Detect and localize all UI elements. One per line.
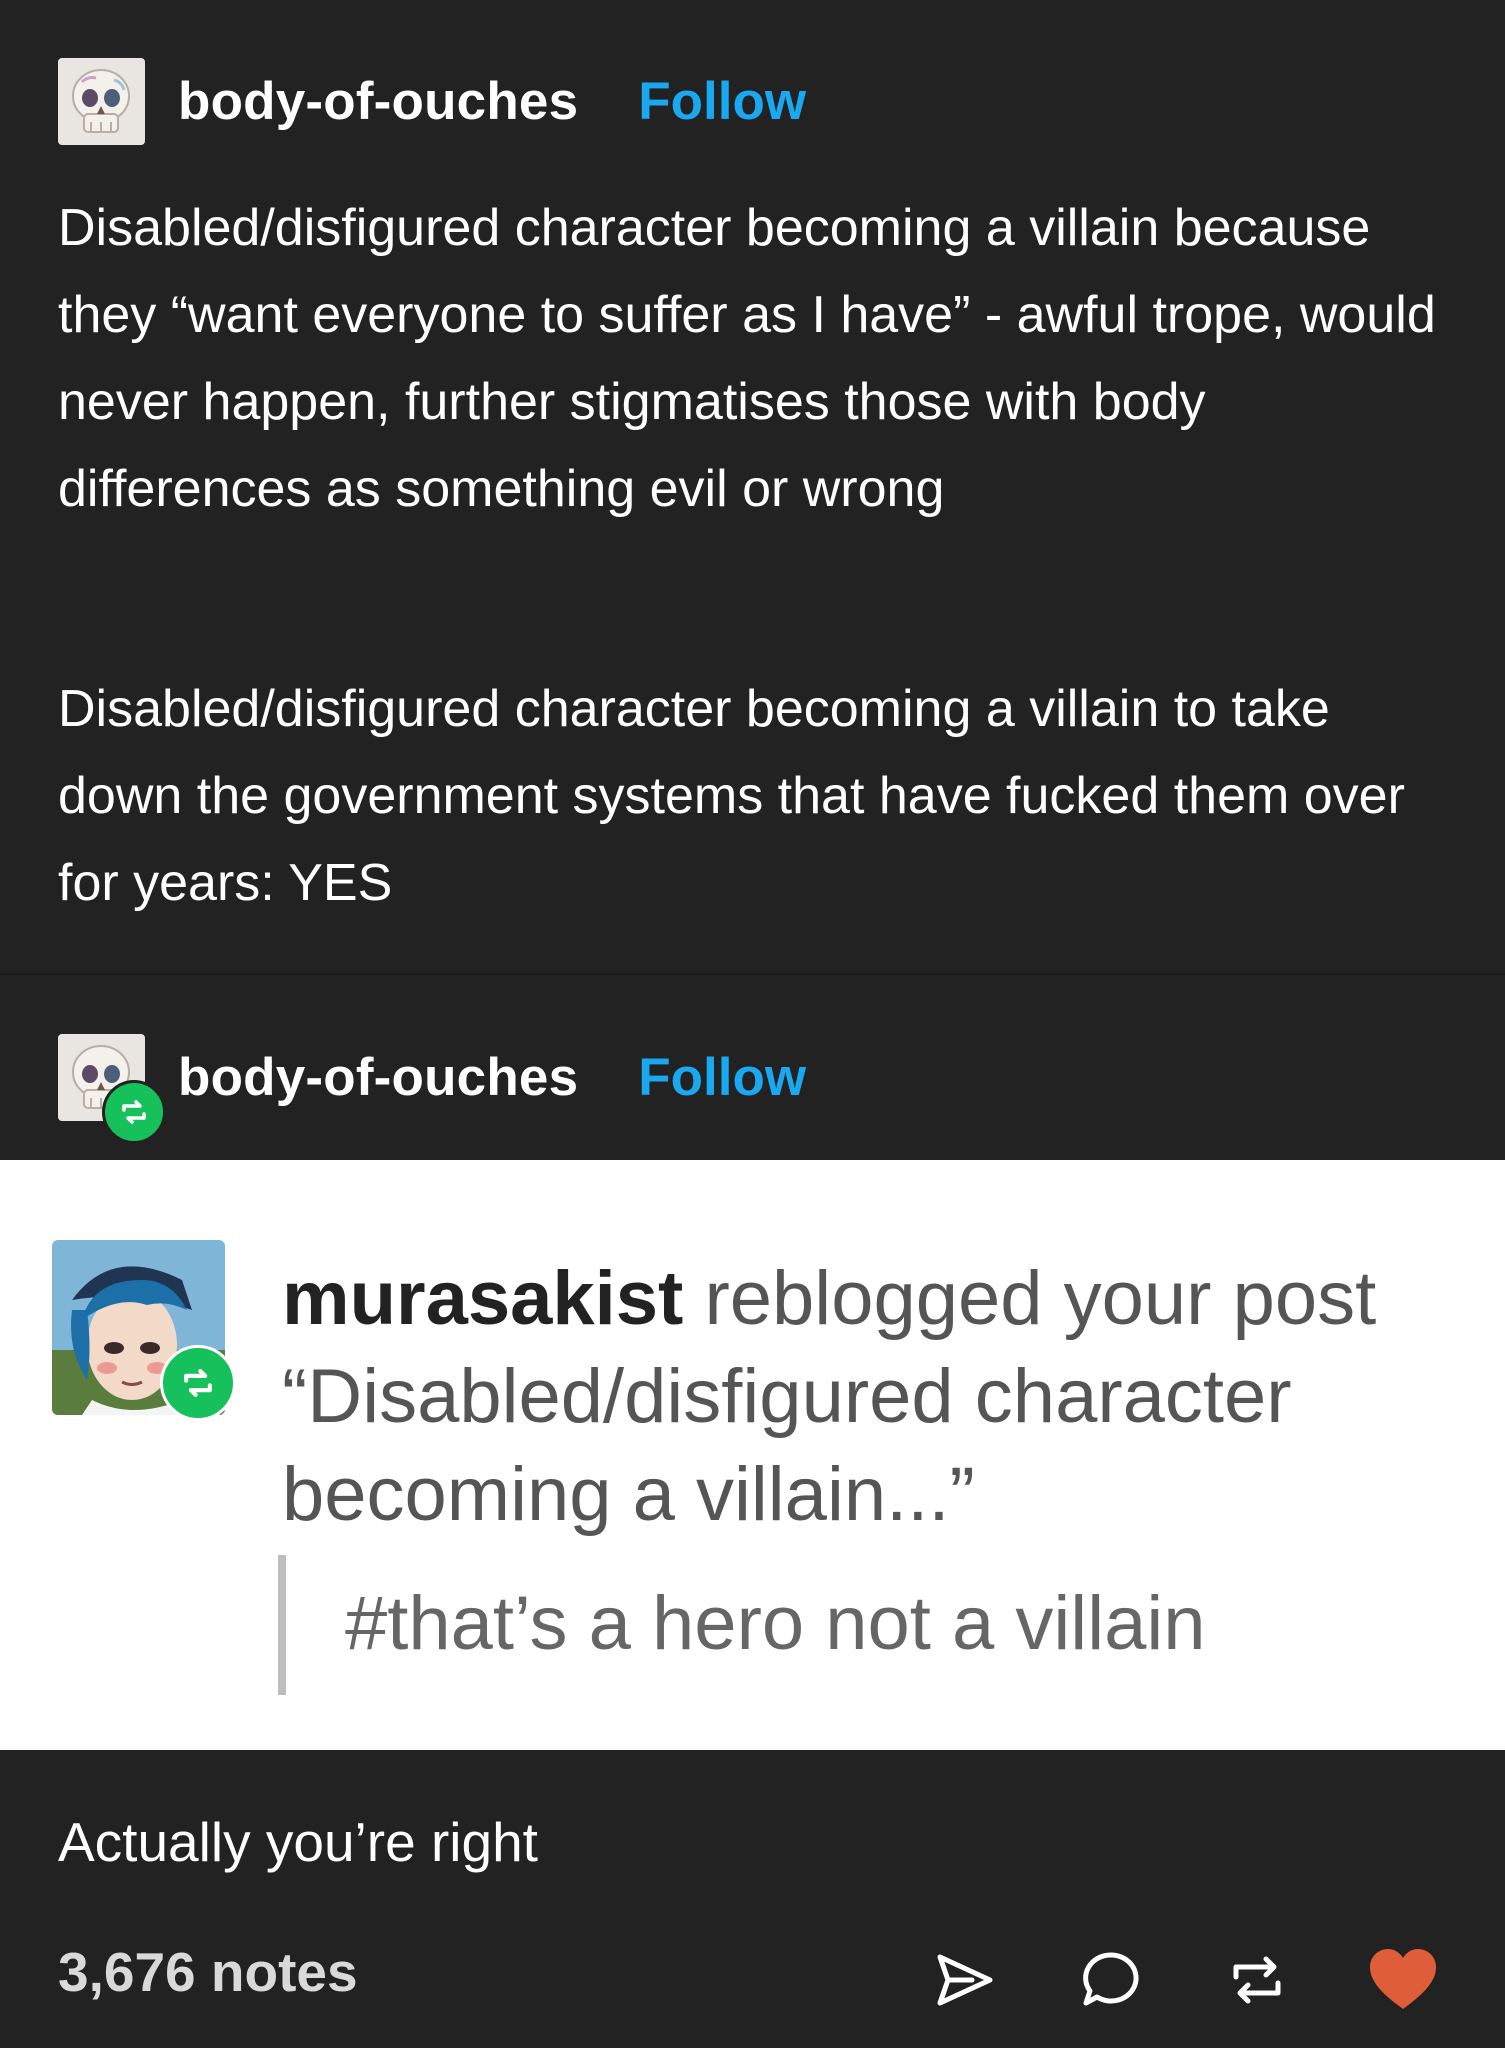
post-header: body-of-ouches Follow [58, 58, 806, 145]
post-paragraph-1: Disabled/disfigured character becoming a… [58, 199, 1436, 518]
notes-count[interactable]: 3,676 notes [58, 1940, 358, 2004]
notification-tag[interactable]: #that’s a hero not a villain [345, 1580, 1206, 1667]
post-username[interactable]: body-of-ouches [178, 71, 578, 132]
notification-post-quote[interactable]: “Disabled/disfigured character becoming … [282, 1354, 1292, 1537]
comment-icon [1083, 1952, 1139, 2006]
reblog-button[interactable] [1217, 1940, 1297, 2020]
notification-screenshot: murasakist reblogged your post “Disabled/… [0, 1160, 1505, 1750]
reblog-icon [184, 1369, 212, 1397]
reblogger-name[interactable]: murasakist [282, 1256, 683, 1341]
follow-button[interactable]: Follow [638, 1047, 806, 1108]
reblog-username[interactable]: body-of-ouches [178, 1047, 578, 1108]
avatar[interactable] [58, 58, 145, 145]
post-actions [925, 1940, 1443, 2020]
send-icon [937, 1954, 993, 2006]
divider [0, 973, 1505, 975]
reblog-icon [1233, 1956, 1281, 2004]
post-paragraph-2: Disabled/disfigured character becoming a… [58, 680, 1405, 912]
skull-icon [72, 69, 130, 133]
like-button[interactable] [1363, 1940, 1443, 2020]
reblog-badge-icon [102, 1080, 166, 1144]
send-button[interactable] [925, 1940, 1005, 2020]
heart-icon [1370, 1949, 1436, 2009]
follow-button[interactable]: Follow [638, 71, 806, 132]
reblog-reply: Actually you’re right [58, 1811, 538, 1873]
comment-button[interactable] [1071, 1940, 1151, 2020]
tag-quote-bar [278, 1555, 286, 1695]
reblog-icon [122, 1100, 146, 1124]
avatar[interactable] [58, 1034, 166, 1144]
reblog-badge-icon [160, 1345, 236, 1421]
notification-text: murasakist reblogged your post “Disabled/… [282, 1250, 1482, 1544]
reblog-header: body-of-ouches Follow [58, 1034, 806, 1144]
notification-action: reblogged your post [683, 1256, 1377, 1341]
